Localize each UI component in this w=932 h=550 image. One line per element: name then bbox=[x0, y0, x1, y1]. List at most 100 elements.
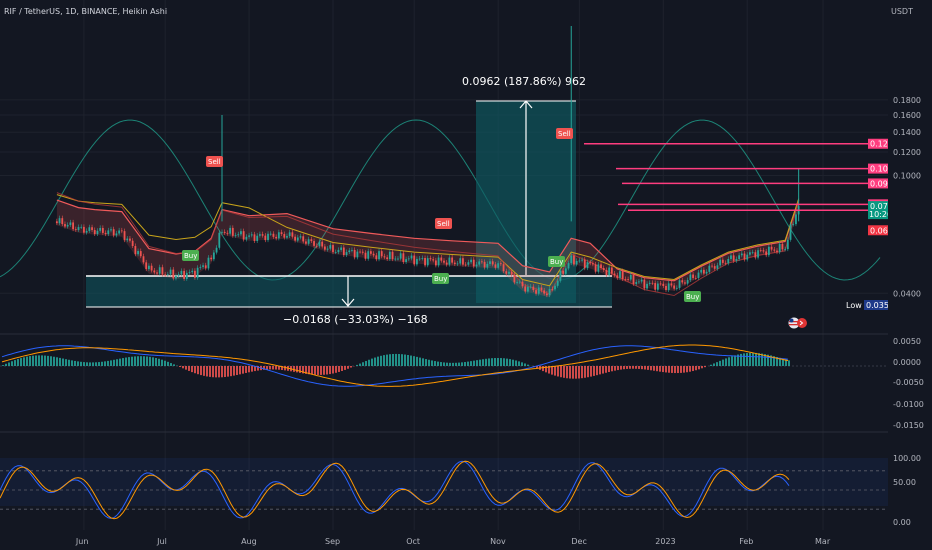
macd-tick-4: -0.0150 bbox=[893, 421, 924, 430]
candle bbox=[483, 261, 486, 268]
candle bbox=[551, 288, 554, 290]
candle bbox=[494, 264, 497, 268]
macd-bar bbox=[500, 358, 502, 366]
macd-bar bbox=[485, 358, 487, 366]
candle bbox=[448, 257, 451, 265]
candle bbox=[156, 272, 158, 274]
candle bbox=[386, 257, 389, 260]
macd-bar bbox=[272, 366, 274, 370]
candle bbox=[784, 249, 787, 250]
macd-bar bbox=[218, 366, 220, 378]
candle bbox=[413, 255, 416, 265]
macd-bar bbox=[521, 362, 523, 366]
candle bbox=[462, 258, 464, 265]
candle bbox=[183, 270, 185, 279]
candle bbox=[55, 221, 58, 224]
us-flag-icon[interactable] bbox=[788, 317, 808, 329]
macd-bar bbox=[671, 366, 673, 373]
candle bbox=[418, 258, 421, 260]
candle bbox=[91, 227, 93, 231]
macd-bar bbox=[314, 366, 316, 375]
macd-bar bbox=[719, 360, 721, 366]
candle bbox=[646, 283, 648, 289]
candle bbox=[616, 275, 619, 278]
time-tick-5: Nov bbox=[490, 537, 506, 546]
macd-bar bbox=[728, 357, 730, 366]
candle bbox=[629, 274, 632, 280]
candle bbox=[248, 235, 250, 237]
candle bbox=[142, 256, 145, 263]
macd-bar bbox=[635, 366, 637, 369]
signal-label-0: Sell bbox=[208, 158, 221, 166]
macd-bar bbox=[467, 361, 469, 366]
macd-bar bbox=[479, 359, 481, 366]
macd-bar bbox=[443, 362, 445, 366]
price-tick-4: 0.1000 bbox=[893, 171, 921, 180]
candle bbox=[129, 238, 131, 241]
candle bbox=[294, 236, 296, 241]
candle bbox=[521, 281, 524, 287]
macd-bar bbox=[710, 364, 712, 366]
candle bbox=[532, 286, 535, 291]
candle bbox=[681, 280, 684, 283]
macd-tick-1: 0.0000 bbox=[893, 358, 921, 367]
macd-bar bbox=[170, 363, 172, 366]
macd-bar bbox=[701, 366, 703, 369]
candle bbox=[329, 245, 332, 249]
macd-bar bbox=[692, 366, 694, 372]
candle bbox=[562, 270, 565, 274]
candle bbox=[554, 285, 556, 290]
macd-bar bbox=[101, 361, 103, 366]
macd-bar bbox=[518, 361, 520, 366]
macd-bar bbox=[434, 361, 436, 366]
candle bbox=[261, 234, 264, 236]
candle bbox=[399, 253, 402, 259]
macd-bar bbox=[608, 366, 610, 373]
time-tick-6: Dec bbox=[571, 537, 586, 546]
macd-bar bbox=[104, 361, 106, 366]
macd-bar bbox=[413, 356, 415, 366]
macd-bar bbox=[677, 366, 679, 374]
macd-bar bbox=[350, 366, 352, 368]
candle bbox=[459, 258, 462, 264]
candle bbox=[602, 268, 605, 271]
macd-bar bbox=[371, 358, 373, 366]
macd-bar bbox=[92, 362, 94, 366]
candle bbox=[732, 255, 735, 261]
macd-bar bbox=[359, 363, 361, 366]
macd-bar bbox=[35, 355, 37, 366]
candle bbox=[215, 247, 218, 253]
stoch-tick-2: 0.00 bbox=[893, 518, 911, 527]
macd-bar bbox=[113, 359, 115, 366]
macd-bar bbox=[455, 362, 457, 366]
macd-bar bbox=[746, 353, 748, 366]
macd-bar bbox=[245, 366, 247, 373]
candle bbox=[564, 268, 567, 274]
macd-bar bbox=[755, 352, 757, 366]
macd-bar bbox=[326, 366, 328, 375]
time-tick-9: Mar bbox=[815, 537, 831, 546]
candle bbox=[302, 236, 305, 242]
candle bbox=[212, 252, 215, 260]
candle bbox=[101, 227, 104, 233]
macd-bar bbox=[575, 366, 577, 379]
macd-bar bbox=[188, 366, 190, 371]
macd-bar bbox=[293, 366, 295, 372]
candle bbox=[738, 255, 740, 260]
price-axis[interactable] bbox=[888, 0, 932, 550]
macd-bar bbox=[236, 366, 238, 375]
candle bbox=[388, 251, 391, 260]
candle bbox=[678, 280, 681, 288]
macd-bar bbox=[425, 359, 427, 366]
macd-bar bbox=[149, 356, 151, 366]
macd-bar bbox=[71, 360, 73, 366]
candle bbox=[372, 253, 375, 256]
candle bbox=[508, 271, 510, 274]
macd-bar bbox=[62, 358, 64, 366]
trading-chart[interactable]: 0.0962 (187.86%) 962 −0.0168 (−33.03%) −… bbox=[0, 0, 932, 550]
candle bbox=[740, 253, 743, 256]
candle bbox=[334, 252, 337, 253]
candle bbox=[481, 261, 483, 263]
stoch-tick-0: 100.00 bbox=[893, 454, 921, 463]
macd-bar bbox=[80, 361, 82, 366]
